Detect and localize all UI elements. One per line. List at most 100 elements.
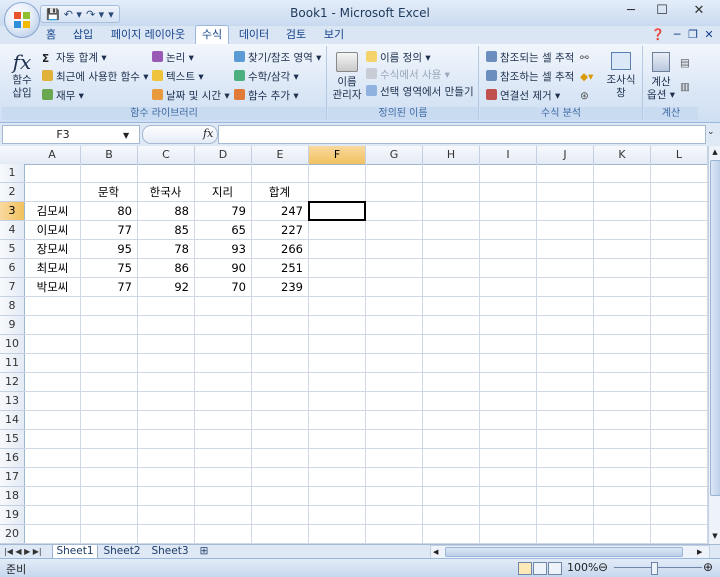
vertical-scroll-thumb[interactable] [710,160,720,496]
math-button[interactable]: 수학/삼각 ▾ [234,70,299,84]
insert-function-bar-button[interactable]: fx [142,125,218,144]
row-header[interactable]: 12 [0,373,25,392]
expand-formula-bar-icon[interactable]: ⌄ [707,127,715,137]
normal-view-icon[interactable] [518,562,532,575]
column-header[interactable]: E [252,146,309,165]
close-button[interactable]: ✕ [684,3,714,21]
row-header[interactable]: 13 [0,392,25,411]
column-header[interactable]: D [195,146,252,165]
horizontal-scroll-thumb[interactable] [445,547,683,557]
scroll-right-icon[interactable]: ▶ [697,546,702,558]
column-header[interactable]: I [480,146,537,165]
tab-home[interactable]: 홈 [40,26,62,44]
text-button[interactable]: 텍스트 ▾ [152,70,204,84]
trace-dependents-button[interactable]: 참조하는 셀 추적 [486,70,574,84]
zoom-slider-thumb[interactable] [651,562,658,575]
logical-button[interactable]: 논리 ▾ [152,51,194,65]
financial-button[interactable]: 재무 ▾ [42,89,84,103]
sheet-tab-sheet3[interactable]: Sheet3 [148,545,192,558]
value-cell[interactable]: 88 [138,202,189,221]
sheet-tab-sheet1[interactable]: Sheet1 [52,545,98,559]
column-header[interactable]: J [537,146,594,165]
datetime-button[interactable]: 날짜 및 시간 ▾ [152,89,230,103]
row-header[interactable]: 7 [0,278,25,297]
column-header[interactable]: B [81,146,138,165]
column-header[interactable]: C [138,146,195,165]
insert-function-button[interactable]: fx 함수 삽입 [6,50,38,100]
tab-data[interactable]: 데이터 [234,26,274,44]
row-header[interactable]: 20 [0,525,25,544]
value-cell[interactable]: 251 [252,259,303,278]
row-header[interactable]: 6 [0,259,25,278]
trace-precedents-button[interactable]: 참조되는 셀 추적 [486,51,574,65]
value-cell[interactable]: 239 [252,278,303,297]
name-cell[interactable]: 최모씨 [26,259,79,278]
zoom-in-icon[interactable]: ⊕ [703,560,713,574]
value-cell[interactable]: 86 [138,259,189,278]
column-header[interactable]: L [651,146,708,165]
spreadsheet-grid[interactable]: A B C D E F G H I J K L 1 2 3 4 5 6 7 8 9 10 11 12 13 14 15 16 17 18 1… [0,146,708,544]
evaluate-formula-icon[interactable]: ⊛ [580,89,589,103]
row-header[interactable]: 11 [0,354,25,373]
maximize-button[interactable]: ☐ [647,3,677,21]
select-all-corner[interactable] [0,146,25,165]
office-button[interactable] [4,2,40,38]
error-check-icon[interactable]: ◆▾ [580,70,593,84]
value-cell[interactable]: 266 [252,240,303,259]
column-header[interactable]: K [594,146,651,165]
row-header[interactable]: 18 [0,487,25,506]
horizontal-scrollbar[interactable]: ◀ ▶ [430,545,710,559]
sheet-nav-icon[interactable]: |◀ ◀ ▶ ▶| [4,545,42,558]
lookup-button[interactable]: 찾기/참조 영역 ▾ [234,51,321,65]
row-header[interactable]: 2 [0,183,25,202]
tab-formulas[interactable]: 수식 [195,25,229,45]
value-cell[interactable]: 92 [138,278,189,297]
calculate-sheet-icon[interactable]: ▥ [680,80,690,94]
row-header[interactable]: 9 [0,316,25,335]
scroll-up-icon[interactable]: ▲ [709,146,720,158]
value-cell[interactable]: 78 [138,240,189,259]
row-header[interactable]: 19 [0,506,25,525]
header-cell[interactable]: 문학 [81,183,136,202]
row-header[interactable]: 17 [0,468,25,487]
row-header[interactable]: 8 [0,297,25,316]
row-header[interactable]: 10 [0,335,25,354]
scroll-left-icon[interactable]: ◀ [433,546,438,558]
calculate-now-icon[interactable]: ▤ [680,56,690,70]
header-cell[interactable]: 한국사 [138,183,193,202]
name-cell[interactable]: 김모씨 [26,202,79,221]
value-cell[interactable]: 77 [81,221,132,240]
value-cell[interactable]: 80 [81,202,132,221]
name-box[interactable]: F3 ▼ [2,125,140,144]
column-header[interactable]: G [366,146,423,165]
sheet-tab-sheet2[interactable]: Sheet2 [100,545,144,558]
calculation-options-button[interactable]: 계산 옵션 ▾ [646,50,676,102]
value-cell[interactable]: 227 [252,221,303,240]
zoom-out-icon[interactable]: ⊖ [598,560,608,574]
value-cell[interactable]: 77 [81,278,132,297]
use-in-formula-button[interactable]: 수식에서 사용 ▾ [366,68,450,82]
show-formulas-icon[interactable]: ⚯ [580,51,589,65]
name-cell[interactable]: 장모씨 [26,240,79,259]
page-break-view-icon[interactable] [548,562,562,575]
tab-view[interactable]: 보기 [318,26,350,44]
row-header[interactable]: 16 [0,449,25,468]
row-header[interactable]: 4 [0,221,25,240]
help-icon[interactable]: ❓ [648,26,668,44]
value-cell[interactable]: 79 [195,202,246,221]
tab-page-layout[interactable]: 페이지 레이아웃 [106,26,190,44]
zoom-slider[interactable] [614,567,702,568]
row-header[interactable]: 15 [0,430,25,449]
minimize-button[interactable]: ─ [616,3,646,21]
ribbon-restore-icon[interactable]: ❐ [686,26,700,44]
name-cell[interactable]: 이모씨 [26,221,79,240]
more-functions-button[interactable]: 함수 추가 ▾ [234,89,299,103]
remove-arrows-button[interactable]: 연결선 제거 ▾ [486,89,560,103]
tab-review[interactable]: 검토 [280,26,312,44]
zoom-level[interactable]: 100% [567,561,598,574]
value-cell[interactable]: 95 [81,240,132,259]
column-header[interactable]: F [309,146,366,165]
insert-sheet-icon[interactable]: ⊞ [196,545,212,558]
header-cell[interactable]: 지리 [195,183,250,202]
row-header[interactable]: 3 [0,202,25,221]
